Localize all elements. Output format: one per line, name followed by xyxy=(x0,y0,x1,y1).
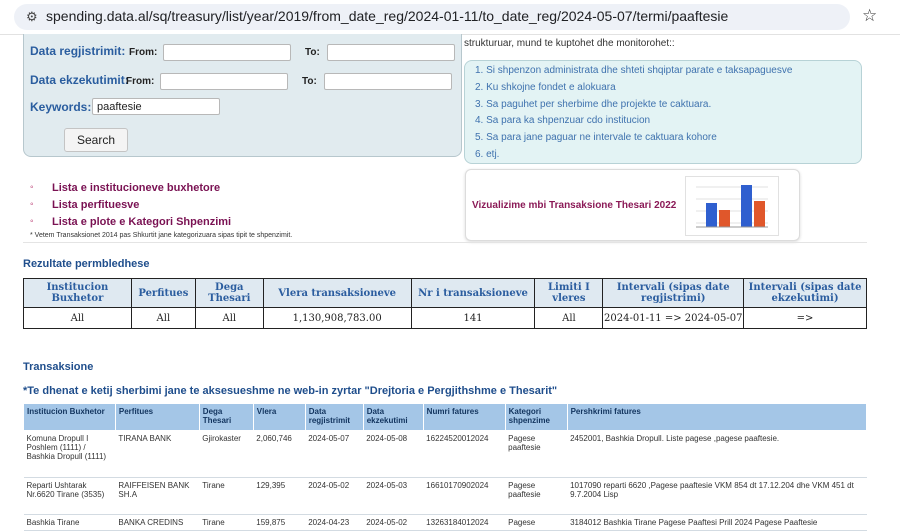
reg-to-input[interactable] xyxy=(327,44,455,61)
column-header[interactable]: Vlera xyxy=(252,403,306,431)
column-header[interactable]: Kategori shpenzime xyxy=(504,403,568,431)
search-button[interactable]: Search xyxy=(64,128,128,152)
keywords-input[interactable]: paaftesie xyxy=(92,98,220,115)
info-item: 2. Ku shkojne fondet e alokuara xyxy=(475,82,616,93)
table-cell: => xyxy=(743,307,867,329)
column-header[interactable]: Numri fatures xyxy=(422,403,506,431)
table-cell: All xyxy=(194,307,264,329)
column-header[interactable]: Dega Thesari xyxy=(198,403,254,431)
column-header[interactable]: Institucion Buxhetor xyxy=(23,403,116,431)
transactions-title: Transaksione xyxy=(23,361,94,373)
source-notice: *Te dhenat e ketij sherbimi jane te akse… xyxy=(23,385,558,397)
table-cell: 13263184012024 xyxy=(423,514,506,531)
table-cell: 1017090 reparti 6620 ,Pagese paaftesie V… xyxy=(567,477,867,515)
table-cell: 2452001, Bashkia Dropull. Liste pagese ,… xyxy=(567,430,867,478)
table-row: Komuna Dropull I Poshlem (1111) / Bashki… xyxy=(23,430,867,478)
table-cell: 16224520012024 xyxy=(423,430,506,478)
table-cell: BANKA CREDINS xyxy=(115,514,200,531)
reg-to-label: To: xyxy=(305,47,320,58)
column-header: Intervali (sipas date ekzekutimi) xyxy=(743,278,867,308)
intro-text: strukturuar, mund te kuptohet dhe monito… xyxy=(464,38,675,49)
info-item: 3. Sa paguhet per sherbime dhe projekte … xyxy=(475,99,712,110)
exec-to-label: To: xyxy=(302,76,317,87)
exec-from-label: From: xyxy=(126,76,155,87)
table-header-row: Institucion Buxhetor Perfitues Dega Thes… xyxy=(23,403,868,431)
table-cell: Pagese paaftesie xyxy=(505,477,568,515)
table-cell: Reparti Ushtarak Nr.6620 Tirane (3535) xyxy=(23,477,116,515)
info-item: 6. etj. xyxy=(475,149,500,160)
table-cell: Bashkia Tirane xyxy=(23,514,116,531)
exec-to-input[interactable] xyxy=(324,73,452,90)
column-header[interactable]: Pershkrimi fatures xyxy=(566,403,868,431)
keywords-label: Keywords: xyxy=(30,100,92,114)
bullet-icon: ◦ xyxy=(30,199,34,210)
table-cell: 159,875 xyxy=(253,514,306,531)
divider xyxy=(23,242,867,243)
table-cell: 2024-04-23 xyxy=(305,514,364,531)
table-cell: Tirane xyxy=(199,514,254,531)
table-row: Bashkia Tirane BANKA CREDINS Tirane 159,… xyxy=(23,514,867,531)
table-cell: 2,060,746 xyxy=(253,430,306,478)
column-header: Institucion Buxhetor xyxy=(23,278,132,308)
reg-date-label: Data regjistrimit: xyxy=(30,44,126,58)
reg-from-label: From: xyxy=(129,47,158,58)
column-header[interactable]: Data regjistrimit xyxy=(304,403,364,431)
footnote: * Vetem Transaksionet 2014 pas Shkurtit … xyxy=(30,232,293,239)
transactions-table: Institucion Buxhetor Perfitues Dega Thes… xyxy=(23,403,868,531)
search-panel: Data regjistrimit: From: To: Data ekzeku… xyxy=(23,34,462,157)
column-header: Perfitues xyxy=(130,278,196,308)
table-cell: 129,395 xyxy=(253,477,306,515)
table-cell: 3184012 Bashkia Tirane Pagese Paaftesi P… xyxy=(567,514,867,531)
table-cell: TIRANA BANK xyxy=(115,430,200,478)
table-row: All All All 1,130,908,783.00 141 All 202… xyxy=(23,307,867,329)
table-cell: 2024-05-03 xyxy=(363,477,424,515)
table-cell: 2024-05-02 xyxy=(305,477,364,515)
table-cell: Pagese paaftesie xyxy=(505,430,568,478)
visualization-card[interactable]: Vizualizime mbi Transaksione Thesari 202… xyxy=(465,169,800,241)
table-cell: 2024-01-11 => 2024-05-07 xyxy=(602,307,745,329)
bullet-icon: ◦ xyxy=(30,182,34,193)
url-text[interactable]: spending.data.al/sq/treasury/list/year/2… xyxy=(46,8,728,24)
table-cell: 16610170902024 xyxy=(423,477,506,515)
column-header: Dega Thesari xyxy=(194,278,264,308)
exec-from-input[interactable] xyxy=(160,73,288,90)
table-header-row: Institucion Buxhetor Perfitues Dega Thes… xyxy=(23,278,867,308)
bar-chart-icon[interactable] xyxy=(685,176,779,236)
info-item: 4. Sa para ka shpenzuar cdo institucion xyxy=(475,115,651,126)
table-cell: Tirane xyxy=(199,477,254,515)
table-cell: Pagese xyxy=(505,514,568,531)
table-cell: Gjirokaster xyxy=(199,430,254,478)
summary-title: Rezultate permbledhese xyxy=(23,258,150,270)
table-cell: 2024-05-07 xyxy=(305,430,364,478)
column-header: Nr i transaksioneve xyxy=(410,278,536,308)
table-cell: All xyxy=(130,307,196,329)
table-cell: All xyxy=(23,307,132,329)
browser-toolbar: ⚙ spending.data.al/sq/treasury/list/year… xyxy=(0,0,900,35)
table-cell: 141 xyxy=(410,307,536,329)
table-cell: RAIFFEISEN BANK SH.A xyxy=(115,477,200,515)
visualization-link[interactable]: Vizualizime mbi Transaksione Thesari 202… xyxy=(472,200,676,211)
table-cell: 2024-05-02 xyxy=(363,514,424,531)
table-cell: Komuna Dropull I Poshlem (1111) / Bashki… xyxy=(23,430,116,478)
info-box: 1. Si shpenzon administrata dhe shteti s… xyxy=(464,60,862,164)
table-cell: 1,130,908,783.00 xyxy=(262,307,412,329)
column-header: Intervali (sipas date regjistrimi) xyxy=(602,278,745,308)
column-header: Limiti I vleres xyxy=(534,278,604,308)
column-header: Vlera transaksioneve xyxy=(262,278,412,308)
summary-table: Institucion Buxhetor Perfitues Dega Thes… xyxy=(23,278,867,329)
column-header[interactable]: Perfitues xyxy=(114,403,200,431)
tune-icon[interactable]: ⚙ xyxy=(26,9,38,25)
info-item: 1. Si shpenzon administrata dhe shteti s… xyxy=(475,65,793,76)
info-item: 5. Sa para jane paguar ne intervale te c… xyxy=(475,132,717,143)
star-icon[interactable]: ☆ xyxy=(862,6,877,26)
table-cell: 2024-05-08 xyxy=(363,430,424,478)
column-header[interactable]: Data ekzekutimi xyxy=(362,403,424,431)
exec-date-label: Data ekzekutimit: xyxy=(30,73,129,87)
bullet-icon: ◦ xyxy=(30,216,34,227)
bar-chart-thumbnail xyxy=(696,185,768,228)
table-row: Reparti Ushtarak Nr.6620 Tirane (3535) R… xyxy=(23,477,867,515)
reg-from-input[interactable] xyxy=(163,44,291,61)
table-cell: All xyxy=(534,307,604,329)
